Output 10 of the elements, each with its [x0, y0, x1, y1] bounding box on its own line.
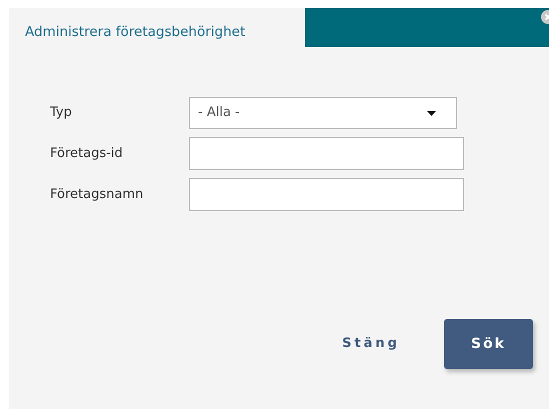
field-label: Typ — [50, 104, 73, 122]
type-dropdown[interactable]: - Alla - — [189, 97, 457, 129]
close-button[interactable]: Stäng — [342, 334, 400, 354]
dialog-title: Administrera företagsbehörighet — [24, 23, 246, 42]
search-button[interactable]: Sök — [444, 319, 533, 369]
field-label: Företags-id — [50, 144, 124, 163]
caret-icon — [427, 110, 436, 116]
input-field[interactable] — [189, 137, 464, 170]
field-label: Företagsnamn — [50, 186, 144, 204]
input-field[interactable] — [189, 178, 464, 211]
